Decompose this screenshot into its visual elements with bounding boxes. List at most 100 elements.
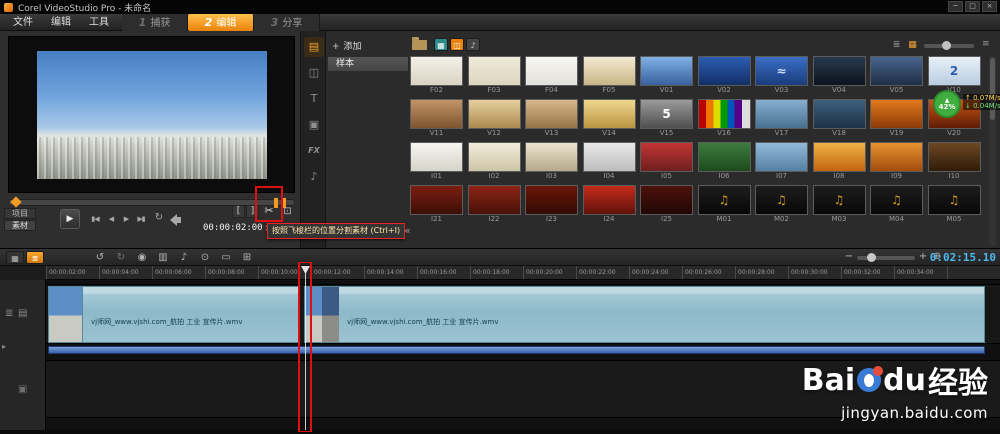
- library-thumbnail[interactable]: I21: [410, 185, 465, 224]
- menu-item[interactable]: 文件: [4, 14, 42, 31]
- library-thumbnail[interactable]: V19: [870, 99, 925, 138]
- library-thumbnail[interactable]: I04: [583, 142, 638, 181]
- library-thumbnail[interactable]: I02: [468, 142, 523, 181]
- thumbnail-image[interactable]: ♫: [870, 185, 923, 215]
- filter-video-button[interactable]: ▦: [434, 38, 448, 51]
- media-icon[interactable]: ▤: [304, 37, 324, 57]
- library-thumbnail[interactable]: I05: [640, 142, 695, 181]
- thumbnail-image[interactable]: [813, 56, 866, 86]
- thumbnail-image[interactable]: [525, 142, 578, 172]
- thumbnail-image[interactable]: [583, 56, 636, 86]
- thumbnail-image[interactable]: [525, 185, 578, 215]
- transition-icon[interactable]: ◫: [304, 63, 324, 83]
- thumbnail-image[interactable]: [640, 142, 693, 172]
- library-thumbnail[interactable]: V17: [755, 99, 810, 138]
- thumbnail-image[interactable]: [468, 185, 521, 215]
- zoom-out-icon[interactable]: −: [843, 251, 855, 262]
- library-scrollbar[interactable]: [989, 56, 996, 246]
- library-thumbnail[interactable]: V18: [813, 99, 868, 138]
- library-thumbnail[interactable]: ♫ M02: [755, 185, 810, 224]
- thumbnail-image[interactable]: ♫: [813, 185, 866, 215]
- library-thumbnail[interactable]: V04: [813, 56, 868, 95]
- minimize-button[interactable]: ─: [948, 1, 963, 12]
- library-thumbnail[interactable]: ≈ V03: [755, 56, 810, 95]
- thumbnail-image[interactable]: [755, 99, 808, 129]
- clip-mode-button[interactable]: 素材: [4, 220, 36, 231]
- thumbnail-image[interactable]: [928, 142, 981, 172]
- thumbnail-image[interactable]: [468, 142, 521, 172]
- thumbnail-image[interactable]: [870, 99, 923, 129]
- timeline-ruler[interactable]: 00:00:02:0000:00:04:0000:00:06:0000:00:0…: [46, 266, 1000, 280]
- library-thumbnail[interactable]: I06: [698, 142, 753, 181]
- folder-icon[interactable]: [412, 40, 427, 50]
- thumbnail-image[interactable]: ♫: [755, 185, 808, 215]
- thumbnail-image[interactable]: [583, 142, 636, 172]
- thumbnail-image[interactable]: [410, 99, 463, 129]
- library-thumbnail[interactable]: I23: [525, 185, 580, 224]
- zoom-in-icon[interactable]: +: [917, 251, 929, 262]
- collapse-chevrons-icon[interactable]: «: [404, 224, 411, 237]
- library-thumbnail[interactable]: V01: [640, 56, 695, 95]
- library-thumbnail[interactable]: V11: [410, 99, 465, 138]
- slider-handle[interactable]: [942, 41, 951, 50]
- timeline-zoom-slider[interactable]: [857, 256, 915, 260]
- library-thumbnail[interactable]: ♫ M01: [698, 185, 753, 224]
- thumbnail-image[interactable]: [698, 56, 751, 86]
- mark-in-button[interactable]: [: [232, 205, 245, 218]
- graphic-icon[interactable]: ▣: [304, 115, 324, 135]
- filter-audio-button[interactable]: ♪: [466, 38, 480, 51]
- expand-track-icon[interactable]: ▸: [2, 342, 6, 351]
- track-manager-icon[interactable]: ⊞: [239, 251, 255, 264]
- sound-mixer-icon[interactable]: ▥: [155, 251, 171, 264]
- step-back-button[interactable]: ◀: [104, 212, 118, 226]
- library-thumbnail[interactable]: ♫ M04: [870, 185, 925, 224]
- library-thumbnail[interactable]: V13: [525, 99, 580, 138]
- add-folder-button[interactable]: +添加: [332, 39, 362, 52]
- zoom-slider-handle[interactable]: [867, 253, 876, 262]
- video-clip-1[interactable]: vj师网_www.vjshi.com_航拍 工业 宣传片.wmv: [48, 286, 300, 343]
- library-thumbnail[interactable]: V12: [468, 99, 523, 138]
- thumbnail-image[interactable]: [813, 142, 866, 172]
- video-track-icon[interactable]: ▤: [18, 308, 27, 319]
- library-thumbnail[interactable]: F05: [583, 56, 638, 95]
- library-thumbnail[interactable]: I08: [813, 142, 868, 181]
- thumbnail-image[interactable]: 5: [640, 99, 693, 129]
- thumbnail-size-slider[interactable]: [924, 44, 974, 48]
- thumbnail-image[interactable]: [755, 142, 808, 172]
- menu-item[interactable]: 工具: [80, 14, 118, 31]
- filter-photo-button[interactable]: ◫: [450, 38, 464, 51]
- library-thumbnail[interactable]: V02: [698, 56, 753, 95]
- audio-icon[interactable]: ♪: [304, 167, 324, 187]
- library-thumbnail[interactable]: 5 V15: [640, 99, 695, 138]
- tab-capture[interactable]: 1捕获: [122, 14, 188, 31]
- thumbnail-image[interactable]: [583, 99, 636, 129]
- thumbnail-image[interactable]: [410, 142, 463, 172]
- library-thumbnail[interactable]: I10: [928, 142, 983, 181]
- storyboard-view-button[interactable]: ▦: [6, 251, 24, 264]
- list-view-icon[interactable]: ≣: [890, 39, 903, 51]
- library-thumbnail[interactable]: F03: [468, 56, 523, 95]
- thumbnail-image[interactable]: [640, 56, 693, 86]
- library-thumbnail[interactable]: I09: [870, 142, 925, 181]
- thumbnail-image[interactable]: [583, 185, 636, 215]
- library-thumbnail[interactable]: I03: [525, 142, 580, 181]
- filter-fx-icon[interactable]: FX: [304, 141, 324, 161]
- grid-view-icon[interactable]: ▦: [906, 39, 919, 51]
- library-thumbnail[interactable]: V05: [870, 56, 925, 95]
- step-forward-button[interactable]: ▶: [119, 212, 133, 226]
- library-thumbnail[interactable]: I01: [410, 142, 465, 181]
- overlay-track-icon[interactable]: ▣: [18, 384, 27, 395]
- tab-edit[interactable]: 2编辑: [188, 14, 254, 31]
- home-button[interactable]: ▮◀: [88, 212, 102, 226]
- library-thumbnail[interactable]: F04: [525, 56, 580, 95]
- thumbnail-image[interactable]: [640, 185, 693, 215]
- subtitle-icon[interactable]: ▭: [218, 251, 234, 264]
- video-track-lane[interactable]: vj师网_www.vjshi.com_航拍 工业 宣传片.wmv vj师网_ww…: [46, 284, 1000, 344]
- end-button[interactable]: ▶▮: [134, 212, 148, 226]
- repeat-button[interactable]: ↻: [152, 211, 166, 225]
- video-clip-2[interactable]: vj师网_www.vjshi.com_航拍 工业 宣传片.wmv: [304, 286, 985, 343]
- scrub-marker-icon[interactable]: [10, 196, 21, 207]
- thumbnail-image[interactable]: [410, 185, 463, 215]
- library-thumbnail[interactable]: V14: [583, 99, 638, 138]
- thumbnail-image[interactable]: 2: [928, 56, 981, 86]
